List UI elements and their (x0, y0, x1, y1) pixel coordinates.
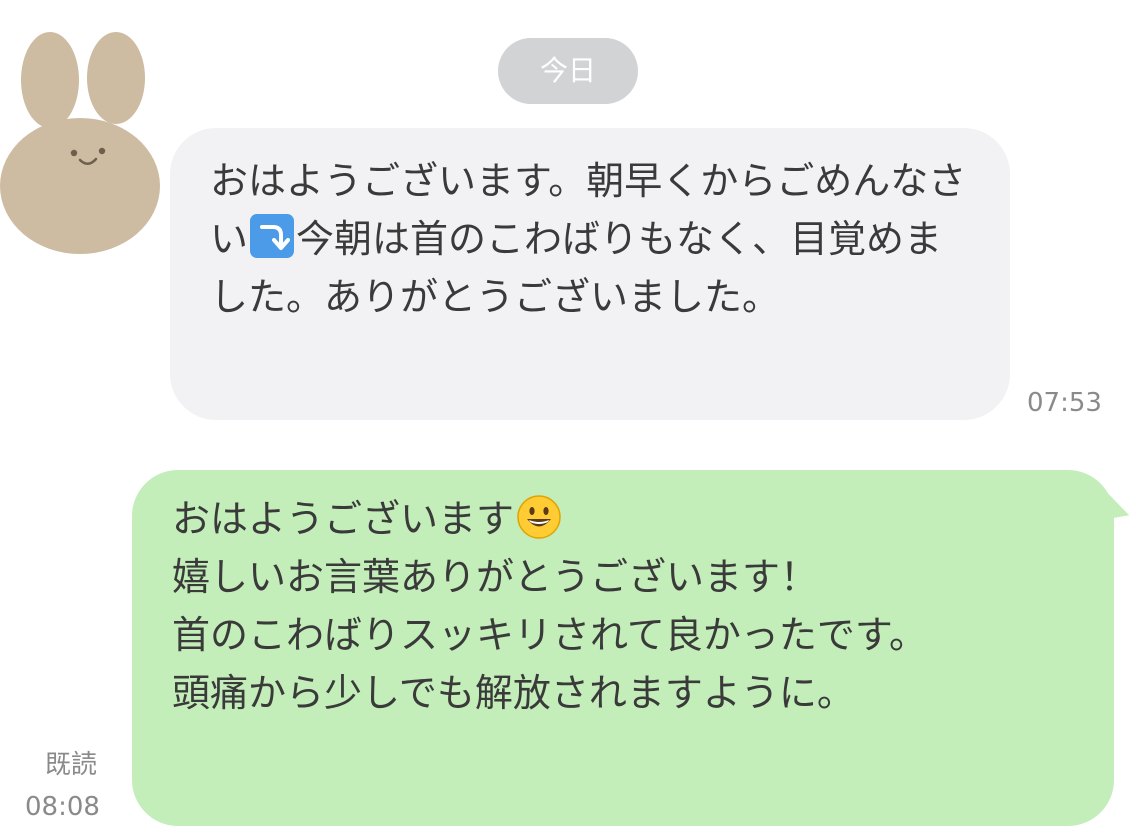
read-receipt-label: 既読 (45, 750, 98, 780)
rabbit-avatar-icon (0, 32, 160, 254)
outgoing-message-line-2: 嬉しいお言葉ありがとうございます！ (172, 555, 819, 599)
incoming-message-time: 07:53 (1027, 388, 1102, 418)
contact-avatar[interactable] (0, 28, 170, 268)
grinning-face-icon (517, 495, 561, 539)
outgoing-message-line-1: おはようございます (172, 497, 515, 541)
outgoing-message-bubble[interactable]: おはようございます 嬉しいお言葉ありがとうございます！ 首のこわばりスッキリされ… (132, 470, 1114, 826)
incoming-message-bubble[interactable]: おはようございます。朝早くからごめんなさい 今朝は首のこわばりもなく、目覚めました… (170, 128, 1010, 420)
arrow-curving-down-icon (250, 214, 295, 258)
outgoing-message-time: 08:08 (25, 792, 100, 822)
outgoing-message-line-4: 頭痛から少しでも解放されますように。 (172, 671, 855, 715)
incoming-message-text-2: 今朝は首のこわばりもなく、目覚めました。ありがとうございました。 (210, 217, 943, 319)
outgoing-message-line-3: 首のこわばりスッキリされて良かったです。 (172, 613, 928, 657)
date-separator: 今日 (498, 38, 638, 104)
